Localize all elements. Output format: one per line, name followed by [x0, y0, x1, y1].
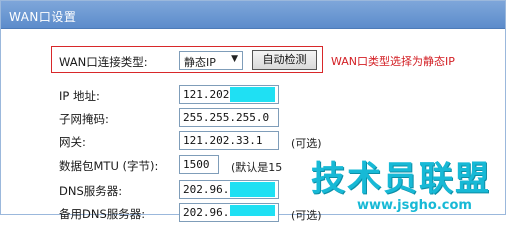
dns-server-value: 202.96.: [183, 183, 230, 196]
watermark-text: 技术员联盟: [311, 159, 491, 199]
subnet-mask-value: 255.255.255.0: [183, 111, 270, 124]
mtu-value: 1500: [183, 158, 210, 171]
wan-type-selected-value: 静态IP: [184, 56, 216, 69]
backup-dns-label: 备用DNS服务器:: [59, 207, 146, 221]
wan-type-annotation: WAN口类型选择为静态IP: [331, 55, 455, 68]
wan-settings-panel: WAN口设置 WAN口连接类型: 静态IP ▼ 自动检测 WAN口类型选择为静态…: [0, 0, 508, 222]
watermark-url: www.jsgho.com: [357, 198, 472, 213]
dns-redaction: [230, 182, 275, 197]
dropdown-arrow-icon: ▼: [231, 54, 238, 64]
dns-server-label: DNS服务器:: [59, 184, 123, 198]
title-bar: WAN口设置: [1, 1, 505, 29]
wan-type-label: WAN口连接类型:: [59, 55, 148, 69]
backup-dns-value: 202.96.: [183, 206, 230, 219]
ip-address-value: 121.202.: [183, 88, 236, 101]
auto-detect-button[interactable]: 自动检测: [252, 50, 317, 70]
backup-dns-redaction: [230, 205, 275, 216]
mtu-default-hint: (默认是15: [231, 161, 283, 174]
ip-address-label: IP 地址:: [59, 89, 100, 103]
gateway-label: 网关:: [59, 135, 86, 149]
wan-type-select[interactable]: 静态IP ▼: [179, 51, 243, 70]
ip-redaction: [230, 87, 275, 102]
mtu-input[interactable]: 1500: [179, 155, 219, 174]
gateway-optional-hint: (可选): [291, 137, 322, 150]
backup-dns-optional-hint: (可选): [291, 209, 322, 222]
subnet-mask-input[interactable]: 255.255.255.0: [179, 108, 279, 127]
gateway-value: 121.202.33.1: [183, 134, 263, 147]
subnet-mask-label: 子网掩码:: [59, 112, 109, 126]
mtu-label: 数据包MTU (字节):: [59, 159, 159, 173]
site-watermark: 技术员联盟 www.jsgho.com: [301, 151, 508, 216]
gateway-input[interactable]: 121.202.33.1: [179, 131, 279, 150]
panel-title: WAN口设置: [9, 10, 77, 24]
